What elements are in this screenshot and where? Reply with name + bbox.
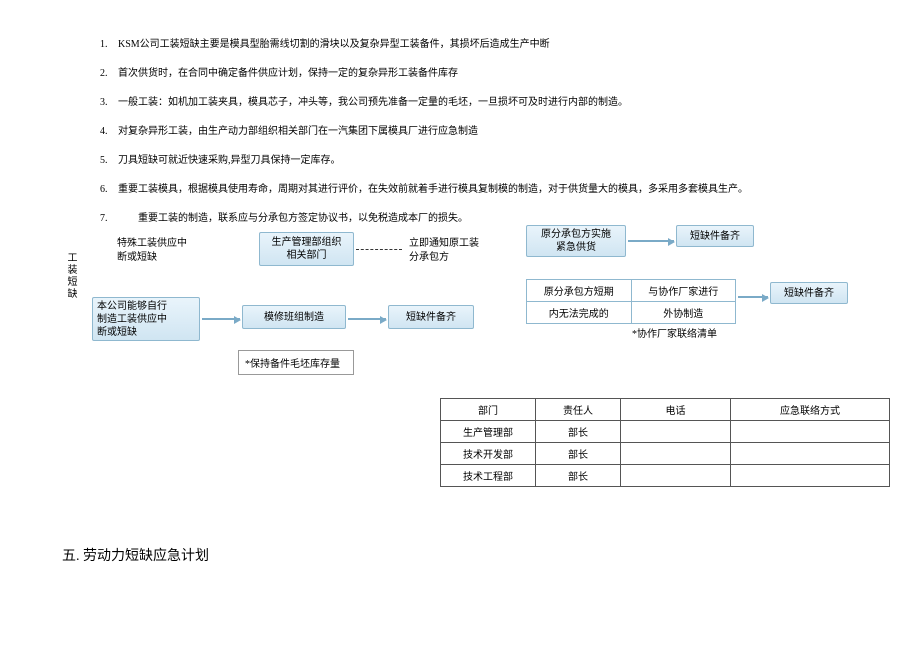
cell (731, 443, 890, 465)
list-text: 对复杂异形工装，由生产动力部组织相关部门在一汽集团下属模具厂进行应急制造 (118, 126, 478, 137)
list-text: KSM公司工装短缺主要是模具型胎需线切割的滑块以及复杂异型工装备件，其损坏后造成… (118, 39, 550, 50)
col-phone: 电话 (621, 399, 731, 421)
table-row: 技术开发部 部长 (441, 443, 890, 465)
vertical-label-shortage: 工装短缺 (63, 252, 78, 300)
list-text: 一般工装：如机加工装夹具，模具芯子，冲头等，我公司预先准备一定量的毛坯，一旦损坏… (118, 97, 628, 108)
cell: 外协制造 (632, 302, 736, 323)
box-repair-group: 模修班组制造 (242, 305, 346, 329)
text-line: 相关部门 (287, 249, 327, 262)
table-row: 生产管理部 部长 (441, 421, 890, 443)
box-pm-organize: 生产管理部组织 相关部门 (259, 232, 354, 266)
connector-dashed (356, 249, 402, 250)
cell (621, 443, 731, 465)
list-item: 4.对复杂异形工装，由生产动力部组织相关部门在一汽集团下属模具厂进行应急制造 (100, 125, 860, 139)
arrow-icon (628, 240, 674, 242)
cell: 部长 (536, 421, 621, 443)
list-item: 7. 重要工装的制造，联系应与分承包方签定协议书，以免税造成本厂的损失。 (100, 212, 860, 226)
cell (621, 465, 731, 487)
col-contact: 应急联络方式 (731, 399, 890, 421)
box-parts-ready-top: 短缺件备齐 (676, 225, 754, 247)
section-heading-labor-shortage: 五. 劳动力短缺应急计划 (62, 545, 209, 565)
list-item: 3.一般工装：如机加工装夹具，模具芯子，冲头等，我公司预先准备一定量的毛坯，一旦… (100, 96, 860, 110)
list-item: 5.刀具短缺可就近快速采购,异型刀具保持一定库存。 (100, 154, 860, 168)
box-self-manufacture: 本公司能够自行 制造工装供应中 断或短缺 (92, 297, 200, 341)
cell (621, 421, 731, 443)
arrow-icon (348, 318, 386, 320)
list-item: 2.首次供货时，在合同中确定备件供应计划，保持一定的复杂异形工装备件库存 (100, 67, 860, 81)
list-text: 首次供货时，在合同中确定备件供应计划，保持一定的复杂异形工装备件库存 (118, 68, 458, 79)
box-notify-subcontractor: 立即通知原工装 分承包方 (409, 237, 509, 264)
cell: 内无法完成的 (527, 302, 632, 323)
list-item: 1.KSM公司工装短缺主要是模具型胎需线切割的滑块以及复杂异型工装备件，其损坏后… (100, 38, 860, 52)
box-outsourcing: 原分承包方短期 与协作厂家进行 内无法完成的 外协制造 (526, 279, 736, 324)
cell: 部长 (536, 443, 621, 465)
cell: 技术工程部 (441, 465, 536, 487)
note-partner-list: *协作厂家联络清单 (632, 328, 717, 342)
table-row: 技术工程部 部长 (441, 465, 890, 487)
box-parts-ready-right: 短缺件备齐 (770, 282, 848, 304)
cell: 技术开发部 (441, 443, 536, 465)
contact-table: 部门 责任人 电话 应急联络方式 生产管理部 部长 技术开发部 部长 技术工程部 (440, 398, 890, 487)
cell (731, 421, 890, 443)
box-special-supply: 特殊工装供应中 断或短缺 (117, 237, 217, 264)
cell: 原分承包方短期 (527, 280, 632, 302)
text-line: 生产管理部组织 (272, 236, 342, 249)
table-header-row: 部门 责任人 电话 应急联络方式 (441, 399, 890, 421)
arrow-icon (738, 296, 768, 298)
list-text: 重要工装的制造，联系应与分承包方签定协议书，以免税造成本厂的损失。 (118, 213, 468, 224)
arrow-icon (202, 318, 240, 320)
cell: 与协作厂家进行 (632, 280, 736, 302)
cell: 生产管理部 (441, 421, 536, 443)
list-text: 重要工装模具，根据模具使用寿命，周期对其进行评价，在失效前就着手进行模具复制模的… (118, 184, 748, 195)
list-text: 刀具短缺可就近快速采购,异型刀具保持一定库存。 (118, 155, 341, 166)
box-subcontractor-emergency: 原分承包方实施 紧急供货 (526, 225, 626, 257)
cell (731, 465, 890, 487)
note-keep-stock: *保持备件毛坯库存量 (238, 350, 354, 375)
cell: 部长 (536, 465, 621, 487)
box-parts-ready-bottom: 短缺件备齐 (388, 305, 474, 329)
numbered-list: 1.KSM公司工装短缺主要是模具型胎需线切割的滑块以及复杂异型工装备件，其损坏后… (60, 38, 860, 241)
col-dept: 部门 (441, 399, 536, 421)
list-item: 6.重要工装模具，根据模具使用寿命，周期对其进行评价，在失效前就着手进行模具复制… (100, 183, 860, 197)
col-owner: 责任人 (536, 399, 621, 421)
